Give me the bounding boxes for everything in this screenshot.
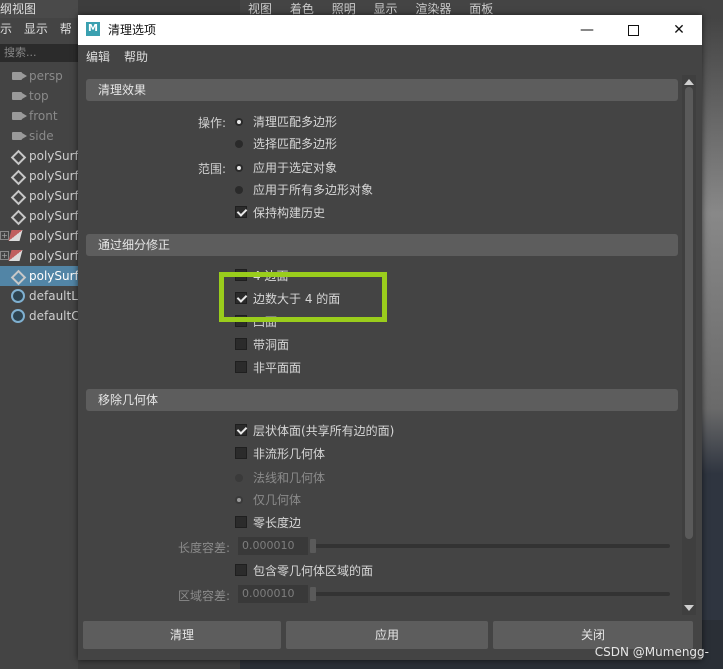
menu-edit[interactable]: 编辑: [86, 45, 110, 69]
area-tolerance-field[interactable]: 0.000010: [238, 585, 308, 603]
maya-app-icon: M: [86, 22, 100, 36]
checkbox-indicator: [235, 338, 247, 350]
outliner-item-group[interactable]: + polySurf: [0, 246, 78, 266]
maximize-icon: [627, 24, 639, 36]
mesh-icon: [10, 169, 27, 186]
outliner-item-mesh[interactable]: polySurf: [0, 146, 78, 166]
radio-indicator: [235, 140, 243, 148]
mesh-icon: [10, 209, 27, 226]
scroll-up-arrow-icon[interactable]: [684, 79, 694, 85]
outliner-menu-show-partial[interactable]: 示: [0, 22, 12, 36]
radio-indicator: [235, 118, 243, 126]
apply-button[interactable]: 应用: [286, 621, 488, 649]
length-tolerance-label: 长度容差:: [178, 541, 231, 555]
area-tolerance-slider[interactable]: [310, 592, 670, 596]
checkbox-indicator: [235, 516, 247, 528]
length-tolerance-field[interactable]: 0.000010: [238, 537, 308, 555]
outliner-menu-display[interactable]: 显示: [24, 22, 48, 36]
length-tolerance-slider[interactable]: [310, 544, 670, 548]
scroll-down-arrow-icon[interactable]: [684, 605, 694, 611]
area-tolerance-label: 区域容差:: [178, 589, 231, 603]
close-window-button[interactable]: ✕: [656, 15, 702, 45]
dialog-menubar: 编辑 帮助: [78, 45, 702, 69]
outliner-menu-help-partial[interactable]: 帮: [60, 22, 72, 36]
screen: 纲视图 示 显示 帮 搜索... persp top front side po…: [0, 0, 723, 669]
outliner-item-persp[interactable]: persp: [0, 66, 78, 86]
radio-indicator: [235, 186, 243, 194]
dialog-title: 清理选项: [108, 23, 157, 37]
viewport-menu-lighting[interactable]: 照明: [332, 2, 356, 16]
outliner-panel: 纲视图 示 显示 帮 搜索... persp top front side po…: [0, 0, 78, 669]
outliner-item-group[interactable]: + polySurf: [0, 226, 78, 246]
outliner-item-mesh[interactable]: polySurf: [0, 166, 78, 186]
section-subdivision-fix-header[interactable]: 通过细分修正: [86, 234, 678, 256]
cleanup-button[interactable]: 清理: [83, 621, 281, 649]
section-cleanup-effect-header[interactable]: 清理效果: [86, 79, 678, 101]
outliner-item-light[interactable]: defaultC: [0, 306, 78, 326]
mesh-icon: [10, 149, 27, 166]
expand-icon[interactable]: +: [0, 231, 9, 240]
outliner-item-light[interactable]: defaultLi: [0, 286, 78, 306]
checkbox-indicator: [235, 206, 247, 218]
viewport-menu-shading[interactable]: 着色: [290, 2, 314, 16]
outliner-item-selected[interactable]: polySurf: [0, 266, 78, 286]
expand-icon[interactable]: +: [0, 251, 9, 260]
options-scroll-area[interactable]: 清理效果 操作: 清理匹配多边形 选择匹配多边形 范围: 应用于选定对象 应用于…: [84, 75, 686, 615]
length-tolerance-slider-handle[interactable]: [310, 539, 316, 553]
camera-icon: [12, 132, 27, 140]
mesh-icon: [10, 189, 27, 206]
area-tolerance-slider-handle[interactable]: [310, 587, 316, 601]
group-icon: [8, 230, 23, 241]
maximize-button[interactable]: [610, 15, 656, 45]
outliner-menubar: 示 显示 帮: [0, 18, 78, 40]
camera-icon: [12, 112, 27, 120]
outliner-item-mesh[interactable]: polySurf: [0, 206, 78, 226]
viewport-menu-panels[interactable]: 面板: [469, 2, 493, 16]
section-remove-geometry-header[interactable]: 移除几何体: [86, 389, 678, 411]
checkbox-indicator: [235, 361, 247, 373]
radio-indicator: [235, 496, 243, 504]
light-set-icon: [11, 309, 25, 323]
outliner-item-mesh[interactable]: polySurf: [0, 186, 78, 206]
radio-indicator: [235, 474, 243, 482]
watermark: CSDN @Mumengg-: [594, 645, 709, 659]
radio-indicator: [235, 164, 243, 172]
cleanup-options-dialog: M 清理选项 — ✕ 编辑 帮助 清理效果 操作: 清理匹配多边形 选择匹配多边…: [78, 15, 702, 660]
checkbox-indicator: [235, 564, 247, 576]
outliner-item-front[interactable]: front: [0, 106, 78, 126]
outliner-item-top[interactable]: top: [0, 86, 78, 106]
scrollbar-thumb[interactable]: [685, 87, 693, 539]
operation-label: 操作:: [198, 116, 227, 130]
annotation-highlight-box: [219, 272, 387, 322]
group-icon: [8, 250, 23, 261]
camera-icon: [12, 92, 27, 100]
outliner-title: 纲视图: [0, 0, 78, 18]
options-scrollbar[interactable]: [682, 75, 696, 615]
outliner-item-side[interactable]: side: [0, 126, 78, 146]
viewport-menu-show[interactable]: 显示: [374, 2, 398, 16]
outliner-search-input[interactable]: 搜索...: [0, 44, 78, 62]
menu-help[interactable]: 帮助: [124, 45, 148, 69]
minimize-button[interactable]: —: [564, 15, 610, 45]
camera-icon: [12, 72, 27, 80]
dialog-titlebar[interactable]: M 清理选项 — ✕: [78, 15, 702, 45]
viewport-menu-view[interactable]: 视图: [248, 2, 272, 16]
viewport-menu-renderer[interactable]: 渲染器: [415, 2, 451, 16]
light-set-icon: [11, 289, 25, 303]
mesh-icon: [10, 269, 27, 286]
scope-label: 范围:: [198, 162, 227, 176]
checkbox-indicator: [235, 447, 247, 459]
checkbox-indicator: [235, 424, 247, 436]
